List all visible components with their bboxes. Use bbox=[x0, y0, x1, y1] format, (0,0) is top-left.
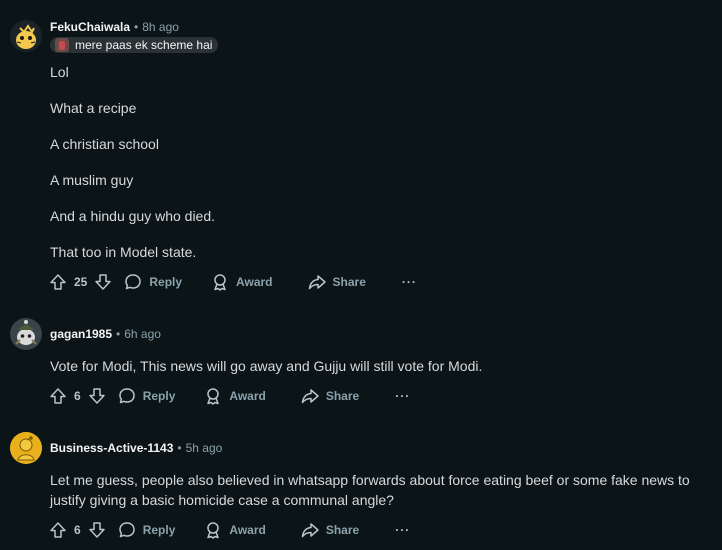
separator-dot: • bbox=[177, 441, 182, 455]
upvote-icon bbox=[50, 388, 66, 404]
comment: Business-Active-1143 • 5h ago Let me guess… bbox=[0, 420, 722, 550]
share-button[interactable]: Share bbox=[307, 272, 366, 292]
award-label: Award bbox=[229, 523, 266, 537]
reply-button[interactable]: Reply bbox=[117, 520, 176, 540]
comment-paragraph: A muslim guy bbox=[50, 172, 134, 188]
reply-button[interactable]: Reply bbox=[123, 272, 182, 292]
award-ribbon-icon bbox=[214, 274, 226, 291]
comment-paragraph: And a hindu guy who died. bbox=[50, 208, 216, 224]
comment-paragraph: A christian school bbox=[50, 136, 159, 152]
avatar[interactable] bbox=[10, 432, 42, 464]
vote-count: 6 bbox=[74, 523, 81, 537]
downvote-icon bbox=[88, 388, 105, 404]
comment-meta: Business-Active-1143 • 5h ago bbox=[50, 441, 222, 455]
award-button[interactable]: Award bbox=[203, 520, 266, 540]
share-label: Share bbox=[325, 523, 360, 537]
upvote-button[interactable] bbox=[48, 272, 68, 292]
speech-bubble-icon bbox=[125, 274, 142, 290]
separator-dot: • bbox=[134, 20, 139, 34]
award-ribbon-icon bbox=[207, 522, 220, 539]
more-options-button[interactable]: ··· bbox=[395, 523, 410, 537]
speech-bubble-icon bbox=[118, 522, 135, 538]
user-flair: mere paas ek scheme hai bbox=[50, 37, 219, 53]
award-label: Award bbox=[236, 275, 273, 289]
share-label: Share bbox=[325, 389, 360, 403]
downvote-button[interactable] bbox=[87, 520, 107, 540]
username[interactable]: Business-Active-1143 bbox=[50, 441, 173, 455]
comment-actions: 6 Reply Award Share ··· bbox=[48, 386, 410, 406]
share-label: Share bbox=[332, 275, 366, 289]
more-dots-icon: ··· bbox=[401, 275, 417, 289]
share-arrow-icon bbox=[301, 389, 319, 404]
more-dots-icon: ··· bbox=[395, 523, 411, 537]
flair-text: mere paas ek scheme hai bbox=[75, 38, 213, 52]
avatar[interactable] bbox=[10, 318, 42, 350]
comment-actions: 25 Reply Award Share ··· bbox=[48, 272, 417, 292]
reply-label: Reply bbox=[149, 275, 183, 289]
award-button[interactable]: Award bbox=[210, 272, 273, 292]
comment-paragraph: Vote for Modi, This news will go away an… bbox=[50, 358, 483, 374]
comment: gagan1985 • 6h ago Vote for Modi, This new… bbox=[0, 300, 722, 420]
more-options-button[interactable]: ··· bbox=[395, 389, 410, 403]
separator-dot: • bbox=[116, 327, 121, 341]
comment-paragraph: That too in Model state. bbox=[50, 244, 197, 260]
downvote-icon bbox=[95, 274, 112, 290]
comment-meta: gagan1985 • 6h ago bbox=[50, 327, 161, 341]
timestamp[interactable]: 6h ago bbox=[124, 327, 161, 341]
upvote-icon bbox=[50, 522, 66, 538]
comment-meta: FekuChaiwala • 8h ago bbox=[50, 20, 179, 34]
comment-actions: 6 Reply Award Share ··· bbox=[48, 520, 410, 540]
reply-label: Reply bbox=[142, 523, 176, 537]
share-button[interactable]: Share bbox=[300, 386, 359, 406]
award-ribbon-icon bbox=[207, 388, 220, 405]
downvote-button[interactable] bbox=[87, 386, 107, 406]
speech-bubble-icon bbox=[118, 388, 135, 404]
timestamp[interactable]: 5h ago bbox=[186, 441, 223, 455]
username[interactable]: FekuChaiwala bbox=[50, 20, 130, 34]
comment-paragraph: Lol bbox=[50, 64, 69, 80]
vote-count: 25 bbox=[74, 275, 88, 289]
more-options-button[interactable]: ··· bbox=[402, 275, 417, 289]
award-button[interactable]: Award bbox=[203, 386, 266, 406]
award-label: Award bbox=[229, 389, 266, 403]
vote-count: 6 bbox=[74, 389, 81, 403]
share-button[interactable]: Share bbox=[300, 520, 359, 540]
upvote-icon bbox=[50, 274, 66, 290]
avatar[interactable] bbox=[10, 20, 42, 52]
downvote-button[interactable] bbox=[93, 272, 113, 292]
comment: FekuChaiwala • 8h ago mere paas ek scheme … bbox=[0, 0, 722, 300]
reply-label: Reply bbox=[142, 389, 176, 403]
username[interactable]: gagan1985 bbox=[50, 327, 112, 341]
timestamp[interactable]: 8h ago bbox=[142, 20, 179, 34]
upvote-button[interactable] bbox=[48, 520, 68, 540]
share-arrow-icon bbox=[308, 275, 326, 290]
upvote-button[interactable] bbox=[48, 386, 68, 406]
downvote-icon bbox=[88, 522, 105, 538]
flair-emoji-icon bbox=[55, 38, 69, 52]
more-dots-icon: ··· bbox=[395, 389, 411, 403]
comment-paragraph: Let me guess, people also believed in wh… bbox=[50, 472, 690, 508]
reply-button[interactable]: Reply bbox=[117, 386, 176, 406]
share-arrow-icon bbox=[301, 523, 319, 538]
comment-paragraph: What a recipe bbox=[50, 100, 137, 116]
